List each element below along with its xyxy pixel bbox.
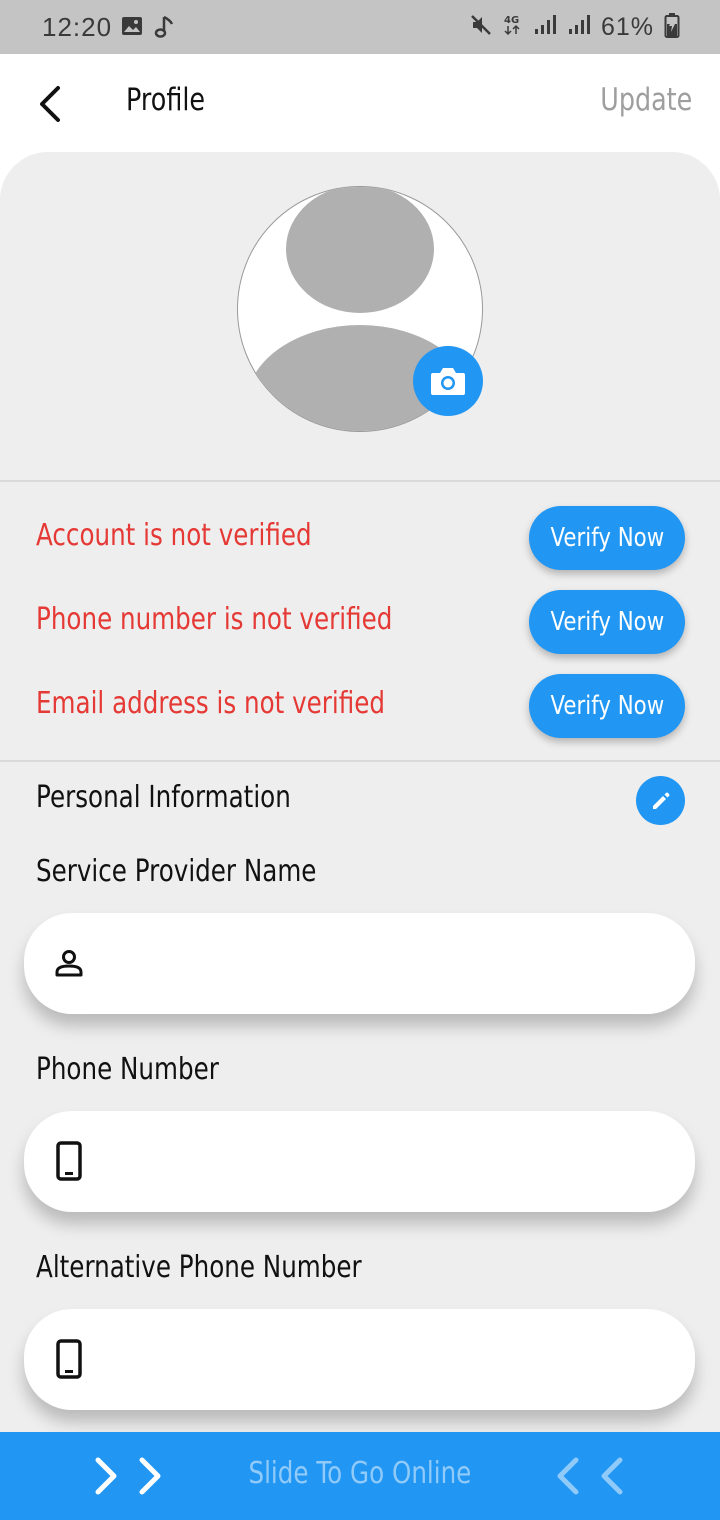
4g-icon: 4G (503, 12, 523, 43)
verify-phone-label: Verify Now (550, 607, 664, 637)
signal-icon (533, 14, 557, 41)
status-right-icons: 4G 61% (469, 12, 680, 43)
chevron-left-icon (40, 86, 60, 122)
email-verification-row: Email address is not verified Verify Now (0, 674, 720, 738)
music-note-icon (154, 14, 176, 45)
phone-verification-message: Phone number is not verified (36, 602, 393, 637)
update-button[interactable]: Update (600, 82, 692, 118)
account-verification-message: Account is not verified (36, 518, 312, 553)
service-provider-name-label: Service Provider Name (36, 854, 317, 889)
phone-icon (52, 1339, 86, 1379)
verify-email-button[interactable]: Verify Now (529, 674, 685, 738)
back-button[interactable] (30, 82, 70, 126)
verify-phone-button[interactable]: Verify Now (529, 590, 685, 654)
phone-icon (52, 1141, 86, 1181)
alternative-phone-number-field[interactable] (24, 1309, 695, 1410)
verify-account-button[interactable]: Verify Now (529, 506, 685, 570)
status-bar: 12:20 4G 61% (0, 0, 720, 54)
status-time: 12:20 (42, 12, 113, 42)
alternative-phone-number-input[interactable] (104, 1329, 664, 1389)
slide-text-label: Slide To Go Online (248, 1456, 472, 1491)
phone-number-input[interactable] (104, 1131, 664, 1191)
pencil-icon (652, 792, 669, 809)
alternative-phone-number-label: Alternative Phone Number (36, 1250, 362, 1285)
service-provider-name-input[interactable] (104, 933, 664, 993)
status-left-icons (120, 14, 176, 45)
battery-percentage: 61% (600, 13, 654, 41)
service-provider-name-field[interactable] (24, 913, 695, 1014)
svg-text:4G: 4G (504, 15, 519, 26)
personal-information-title: Personal Information (36, 780, 291, 815)
divider (0, 480, 720, 482)
change-photo-button[interactable] (413, 346, 483, 416)
mute-icon (469, 13, 493, 42)
phone-number-label: Phone Number (36, 1052, 219, 1087)
divider (0, 760, 720, 762)
avatar-placeholder-head (286, 187, 434, 313)
phone-verification-row: Phone number is not verified Verify Now (0, 590, 720, 654)
image-icon (120, 14, 144, 45)
email-verification-message: Email address is not verified (36, 686, 386, 721)
person-icon (52, 943, 86, 983)
signal-icon (567, 14, 591, 41)
avatar-container (237, 186, 483, 432)
verify-email-label: Verify Now (550, 691, 664, 721)
account-verification-row: Account is not verified Verify Now (0, 506, 720, 570)
double-chevron-left-icon (548, 1454, 632, 1498)
go-online-slider[interactable]: Slide To Go Online (0, 1432, 720, 1520)
app-header: Profile Update (0, 54, 720, 152)
battery-charging-icon (664, 12, 680, 43)
camera-icon (431, 368, 465, 395)
profile-content: Account is not verified Verify Now Phone… (0, 152, 720, 1432)
phone-number-field[interactable] (24, 1111, 695, 1212)
edit-personal-info-button[interactable] (636, 776, 685, 825)
verify-account-label: Verify Now (550, 523, 664, 553)
page-title: Profile (126, 82, 206, 118)
